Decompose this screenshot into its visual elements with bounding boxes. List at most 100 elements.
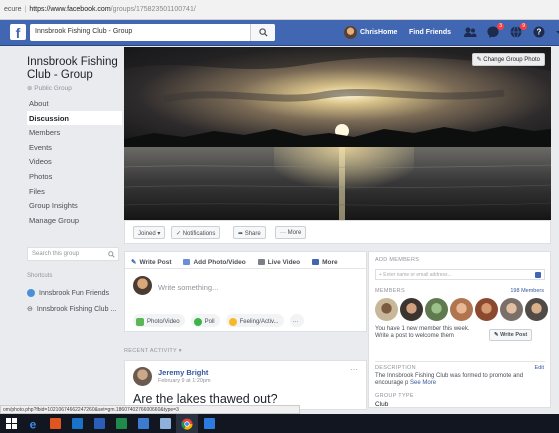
friend-requests-icon[interactable] xyxy=(463,25,477,39)
member-avatar[interactable] xyxy=(450,298,473,321)
shortcut-innsbrook-fun-friends[interactable]: Innsbrook Fun Friends xyxy=(27,289,109,297)
group-name[interactable]: Innsbrook Fishing Club - Group xyxy=(27,56,122,82)
nav-item-manage-group[interactable]: Manage Group xyxy=(27,213,122,228)
powerpoint-icon[interactable] xyxy=(132,414,154,433)
nav-item-discussion[interactable]: Discussion xyxy=(27,110,122,126)
post-composer: ✎ Write Post Add Photo/Video Live Video M… xyxy=(124,251,367,332)
left-sidebar: Innsbrook Fishing Club - Group ⊕ Public … xyxy=(0,46,124,406)
edge-icon[interactable]: e xyxy=(22,414,44,433)
facebook-logo-icon[interactable]: f xyxy=(10,24,26,41)
change-group-photo-button[interactable]: ✎ Change Group Photo xyxy=(471,53,545,66)
photo-video-button[interactable]: Photo/Video xyxy=(133,314,185,327)
shortcuts-heading: Shortcuts xyxy=(27,273,53,279)
chrome-icon[interactable] xyxy=(176,414,198,433)
help-icon[interactable]: ? xyxy=(532,25,546,39)
nav-item-group-insights[interactable]: Group Insights xyxy=(27,198,122,213)
notifications-button[interactable]: ✓ Notifications xyxy=(171,226,221,239)
member-avatar[interactable] xyxy=(425,298,448,321)
home-link[interactable]: Home xyxy=(378,29,397,36)
member-avatar[interactable] xyxy=(525,298,548,321)
search-icon xyxy=(108,251,115,258)
member-avatar[interactable] xyxy=(500,298,523,321)
group-search-input[interactable]: Search this group xyxy=(27,247,119,261)
start-icon[interactable] xyxy=(0,414,22,433)
url-path: /groups/175823501100741/ xyxy=(110,6,196,13)
new-member-notice: You have 1 new member this week. Write a… xyxy=(375,326,470,339)
browser-address-bar[interactable]: ecure | https://www.facebook.com/groups/17… xyxy=(0,0,559,20)
recent-activity-sort[interactable]: RECENT ACTIVITY ▾ xyxy=(124,348,182,354)
nav-item-photos[interactable]: Photos xyxy=(27,169,122,184)
right-column: ADD MEMBERS + Enter name or email addres… xyxy=(368,251,551,408)
photo-icon xyxy=(136,318,144,326)
poll-icon xyxy=(193,318,202,326)
live-video-icon xyxy=(257,259,265,265)
edit-description-link[interactable]: Edit xyxy=(535,365,544,371)
top-search-input[interactable]: Innsbrook Fishing Club - Group xyxy=(30,24,275,41)
smiley-icon xyxy=(228,318,237,326)
shortcut-innsbrook-fishing-club[interactable]: ⊖ Innsbrook Fishing Club ... xyxy=(27,305,116,314)
write-something-input[interactable]: Write something... xyxy=(158,283,218,292)
post-options-button[interactable]: ··· xyxy=(350,365,358,374)
feed-post: Jeremy Bright February 9 at 1:20pm ··· A… xyxy=(124,360,367,410)
paint-icon[interactable] xyxy=(154,414,176,433)
nav-item-files[interactable]: Files xyxy=(27,184,122,199)
member-avatars xyxy=(375,298,548,321)
group-link-icon: ⊖ xyxy=(27,306,33,313)
svg-text:e: e xyxy=(30,418,37,430)
account-menu-chevron-icon[interactable] xyxy=(555,25,559,39)
nav-item-videos[interactable]: Videos xyxy=(27,154,122,169)
messages-icon[interactable]: 3 xyxy=(486,23,504,39)
member-avatar[interactable] xyxy=(475,298,498,321)
add-contact-icon xyxy=(535,272,541,278)
post-author-avatar[interactable] xyxy=(133,367,152,386)
security-indicator: ecure xyxy=(4,6,22,13)
add-members-input[interactable]: + Enter name or email address... xyxy=(375,269,545,280)
composer-more-button[interactable]: ··· xyxy=(289,314,304,327)
outlook-icon[interactable] xyxy=(66,414,88,433)
joined-button[interactable]: Joined ▾ xyxy=(133,226,166,239)
windows-taskbar: e xyxy=(0,414,559,433)
description-heading: DESCRIPTION xyxy=(375,365,416,371)
group-type-heading: GROUP TYPE xyxy=(375,393,414,399)
profile-link[interactable]: Chris xyxy=(344,26,378,39)
members-heading: MEMBERS xyxy=(375,288,405,294)
more-button[interactable]: ··· More xyxy=(275,226,307,239)
url-host: https://www.facebook.com xyxy=(29,6,111,13)
office-icon[interactable] xyxy=(44,414,66,433)
tab-more[interactable]: More xyxy=(312,256,338,268)
group-icon xyxy=(27,289,35,297)
app-icon[interactable] xyxy=(198,414,220,433)
photo-icon xyxy=(183,259,191,265)
poll-button[interactable]: Poll xyxy=(190,314,220,327)
more-grid-icon xyxy=(312,259,320,265)
nav-item-events[interactable]: Events xyxy=(27,140,122,155)
post-text: Are the lakes thawed out? xyxy=(133,392,278,406)
post-timestamp[interactable]: February 9 at 1:20pm xyxy=(158,378,211,384)
search-button[interactable] xyxy=(250,24,275,41)
tab-add-photo-video[interactable]: Add Photo/Video xyxy=(183,256,246,268)
all-members-link[interactable]: 198 Members xyxy=(510,288,544,294)
group-cover-photo[interactable]: ✎ Change Group Photo xyxy=(124,47,551,220)
tab-write-post[interactable]: ✎ Write Post xyxy=(131,256,171,268)
share-button[interactable]: ➦ Share xyxy=(233,226,266,239)
share-icon: ➦ xyxy=(238,231,245,237)
post-author-name[interactable]: Jeremy Bright xyxy=(158,368,208,377)
status-url-bar: om/photo.php?fbid=10210674662247260&set=… xyxy=(0,405,300,414)
user-avatar xyxy=(344,26,357,39)
feeling-activity-button[interactable]: Feeling/Activ... xyxy=(225,314,284,327)
member-avatar[interactable] xyxy=(400,298,423,321)
write-post-button[interactable]: ✎ Write Post xyxy=(489,329,533,341)
nav-item-members[interactable]: Members xyxy=(27,125,122,140)
member-avatar[interactable] xyxy=(375,298,398,321)
nav-item-about[interactable]: About xyxy=(27,96,122,111)
see-more-link[interactable]: See More xyxy=(410,380,436,386)
facebook-top-bar: f Innsbrook Fishing Club - Group Chris H… xyxy=(0,20,559,46)
notifications-globe-icon[interactable]: 9 xyxy=(509,23,527,39)
tab-live-video[interactable]: Live Video xyxy=(257,256,300,268)
search-icon xyxy=(259,28,268,37)
find-friends-link[interactable]: Find Friends xyxy=(409,29,451,36)
word-icon[interactable] xyxy=(88,414,110,433)
excel-icon[interactable] xyxy=(110,414,132,433)
group-action-bar: Joined ▾ ✓ Notifications ➦ Share ··· Mor… xyxy=(124,220,551,244)
group-type-value: Club xyxy=(375,401,389,408)
